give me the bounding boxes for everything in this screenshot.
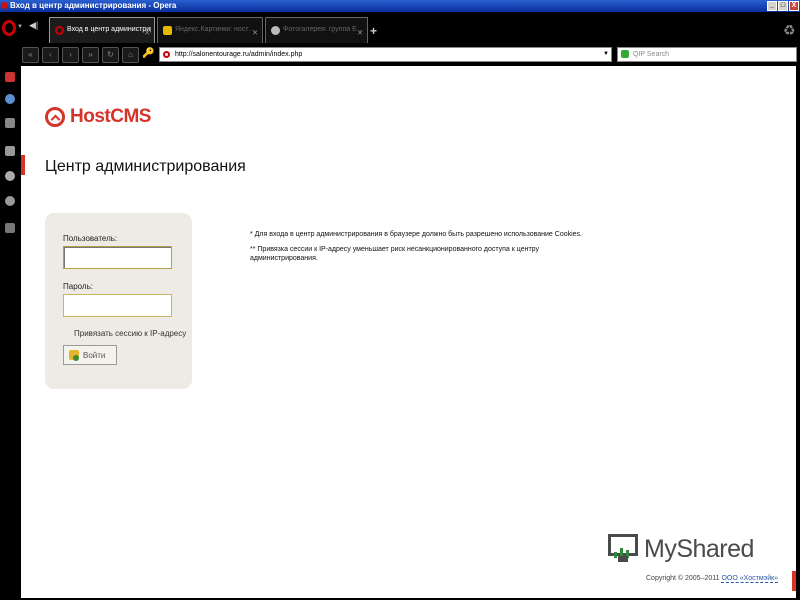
address-bar[interactable]: http://salonentourage.ru/admin/index.php… [159, 47, 612, 62]
company-link[interactable]: ООО «Хостмэйк» [721, 575, 779, 583]
login-button[interactable]: Войти [63, 345, 117, 365]
side-panel [0, 66, 21, 600]
add-panel-icon[interactable] [5, 223, 15, 233]
window-border [796, 66, 800, 598]
opera-page-icon [163, 51, 170, 58]
links-icon[interactable] [5, 196, 15, 206]
tab-history-icon[interactable]: ◀| [29, 20, 38, 31]
maximize-button[interactable]: □ [778, 1, 788, 11]
tab-gallery[interactable]: Фотогалерея: группа Е… ✕ [265, 17, 368, 43]
username-label: Пользователь: [63, 234, 118, 243]
login-icon [69, 350, 79, 361]
chevron-down-icon: ▼ [17, 24, 23, 30]
downloads-icon[interactable] [5, 146, 15, 156]
username-field[interactable] [63, 246, 172, 269]
window-controls: _ □ X [767, 1, 799, 11]
password-field[interactable] [63, 294, 172, 317]
password-label: Пароль: [63, 282, 93, 291]
search-box[interactable]: QIP Search [617, 47, 797, 62]
reload-button[interactable]: ↻ [102, 47, 119, 63]
tab-label: Фотогалерея: группа Е… [283, 26, 364, 33]
new-tab-button[interactable]: + [370, 24, 377, 38]
tab-close-icon[interactable]: ✕ [357, 29, 363, 37]
page-title: Центр администрирования [45, 158, 246, 175]
tab-label: Вход в центр администрирова… [67, 26, 151, 33]
monitor-stand-shape [618, 556, 628, 562]
copyright-text: Copyright © 2005–2011 [646, 575, 722, 582]
trash-icon[interactable]: ♻ [783, 22, 796, 39]
tab-close-icon[interactable]: ✕ [144, 29, 150, 37]
opera-menu-button[interactable]: ▼ [2, 20, 24, 38]
navigation-bar: « ‹ › » ↻ ⌂ 🔑 http://salonentourage.ru/a… [0, 44, 800, 66]
yandex-note-icon [163, 26, 172, 35]
search-input[interactable]: QIP Search [633, 48, 669, 61]
notes-icon[interactable] [5, 118, 15, 128]
bookmarks-icon[interactable] [5, 72, 15, 82]
chevron-down-icon[interactable]: ▼ [603, 48, 609, 61]
tab-admin-login[interactable]: Вход в центр администрирова… ✕ [49, 17, 155, 43]
tab-yandex-images[interactable]: Яндекс.Картинки: ност… ✕ [157, 17, 263, 43]
opera-app-icon [1, 2, 8, 9]
rewind-button[interactable]: « [22, 47, 39, 63]
back-button[interactable]: ‹ [42, 47, 59, 63]
title-marker [21, 155, 25, 175]
widgets-icon[interactable] [5, 94, 15, 104]
login-button-label: Войти [83, 351, 106, 360]
ip-binding-note: ** Привязка сессии к IP-адресу уменьшает… [250, 246, 539, 262]
copyright: Copyright © 2005–2011 ООО «Хостмэйк» [646, 575, 779, 583]
login-notes: * Для входа в центр администрирования в … [250, 230, 600, 269]
login-form: Пользователь: Пароль: Привязать сессию к… [45, 213, 192, 389]
address-input[interactable]: http://salonentourage.ru/admin/index.php [175, 48, 302, 61]
home-button[interactable]: ⌂ [122, 47, 139, 63]
tab-label: Яндекс.Картинки: ност… [175, 26, 256, 33]
gallery-icon [271, 26, 280, 35]
key-icon[interactable]: 🔑 [142, 48, 154, 59]
forward-button[interactable]: › [62, 47, 79, 63]
qip-search-icon [621, 50, 629, 58]
fast-forward-button[interactable]: » [82, 47, 99, 63]
watermark-text: MyShared [644, 534, 754, 563]
minimize-button[interactable]: _ [767, 1, 777, 11]
opera-logo-icon [2, 20, 16, 36]
opera-page-icon [55, 26, 64, 35]
hostcms-logo-icon [45, 107, 65, 127]
bind-ip-checkbox-label[interactable]: Привязать сессию к IP-адресу [74, 329, 186, 338]
tab-close-icon[interactable]: ✕ [252, 29, 258, 37]
myshared-logo-icon [608, 534, 638, 564]
logo-text: HostCMS [70, 106, 151, 127]
bar-shape [614, 552, 617, 558]
tab-bar: ▼ ◀| Вход в центр администрирова… ✕ Янде… [0, 12, 800, 44]
page-viewport: HostCMS Центр администрирования Пользова… [21, 66, 796, 598]
window-title: Вход в центр администрирования - Opera [10, 1, 177, 10]
myshared-watermark: MyShared [608, 534, 754, 564]
cookies-note: * Для входа в центр администрирования в … [250, 231, 583, 238]
hostcms-logo: HostCMS [45, 106, 151, 128]
close-button[interactable]: X [789, 1, 799, 11]
history-icon[interactable] [5, 171, 15, 181]
monitor-shape [608, 534, 638, 556]
window-titlebar: Вход в центр администрирования - Opera _… [0, 0, 800, 12]
